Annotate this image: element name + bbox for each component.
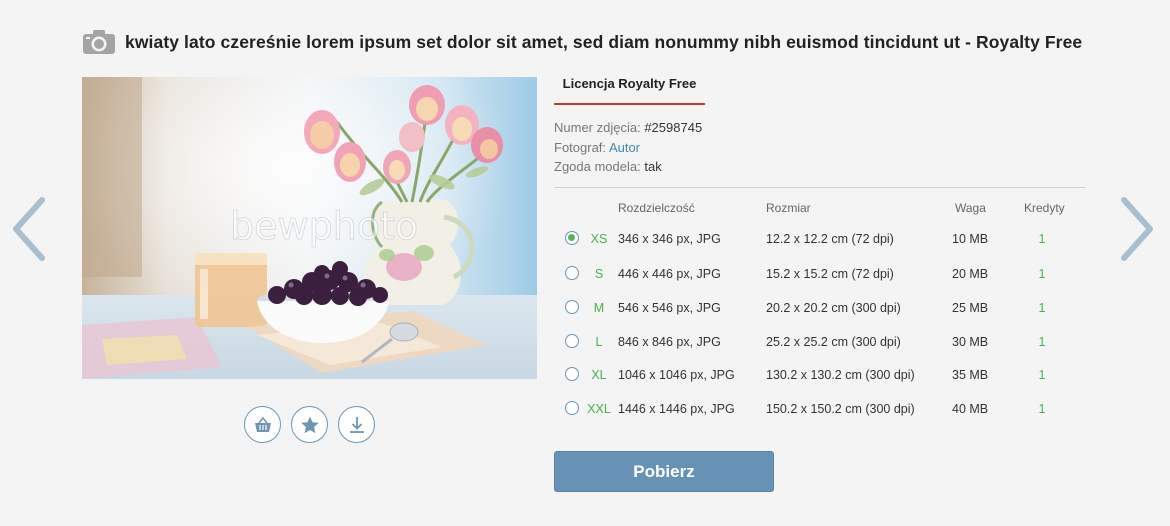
stock-photo[interactable]: bewphoto bbox=[82, 77, 537, 379]
model-release-line: Zgoda modela: tak bbox=[554, 157, 702, 177]
camera-icon bbox=[82, 29, 116, 55]
size-radio[interactable] bbox=[565, 300, 579, 314]
resolution-value: 846 x 846 px, JPG bbox=[618, 335, 721, 349]
photographer-label: Fotograf: bbox=[554, 139, 607, 155]
size-option-row[interactable]: L 846 x 846 px, JPG 25.2 x 25.2 cm (300 dp… bbox=[554, 332, 1086, 354]
column-header-size: Rozmiar bbox=[766, 201, 811, 215]
weight-value: 10 MB bbox=[952, 232, 989, 246]
model-release-value: tak bbox=[644, 159, 662, 174]
photo-meta: Numer zdjęcia: #2598745 Fotograf: Autor … bbox=[554, 118, 702, 177]
weight-value: 25 MB bbox=[952, 301, 989, 315]
basket-icon bbox=[254, 416, 271, 432]
weight-value: 20 MB bbox=[952, 267, 989, 281]
size-radio[interactable] bbox=[565, 401, 579, 415]
photo-detail-page: kwiaty lato czereśnie lorem ipsum set do… bbox=[0, 0, 1170, 526]
star-icon bbox=[300, 416, 319, 433]
size-option-row[interactable]: XL 1046 x 1046 px, JPG 130.2 x 130.2 cm (3… bbox=[554, 365, 1086, 387]
size-option-row[interactable]: XS 346 x 346 px, JPG 12.2 x 12.2 cm (72 dp… bbox=[554, 229, 1086, 251]
favorite-button[interactable] bbox=[291, 406, 328, 443]
size-radio[interactable] bbox=[565, 367, 579, 381]
size-option-row[interactable]: XXL 1446 x 1446 px, JPG 150.2 x 150.2 cm (… bbox=[554, 399, 1086, 421]
dimensions-value: 12.2 x 12.2 cm (72 dpi) bbox=[766, 232, 894, 246]
size-option-row[interactable]: S 446 x 446 px, JPG 15.2 x 15.2 cm (72 dpi… bbox=[554, 264, 1086, 286]
photo-watermark: bewphoto bbox=[230, 204, 418, 248]
resolution-value: 546 x 546 px, JPG bbox=[618, 301, 721, 315]
dimensions-value: 25.2 x 25.2 cm (300 dpi) bbox=[766, 335, 901, 349]
credits-value: 1 bbox=[1038, 335, 1046, 349]
credits-value: 1 bbox=[1038, 368, 1046, 382]
resolution-value: 346 x 346 px, JPG bbox=[618, 232, 721, 246]
add-to-basket-button[interactable] bbox=[244, 406, 281, 443]
resolution-value: 1446 x 1446 px, JPG bbox=[618, 402, 735, 416]
next-arrow-icon[interactable] bbox=[1118, 194, 1158, 264]
divider bbox=[554, 187, 1086, 188]
weight-value: 35 MB bbox=[952, 368, 989, 382]
weight-value: 30 MB bbox=[952, 335, 989, 349]
photo-number-line: Numer zdjęcia: #2598745 bbox=[554, 118, 702, 138]
size-radio[interactable] bbox=[565, 231, 579, 245]
credits-value: 1 bbox=[1038, 267, 1046, 281]
dimensions-value: 20.2 x 20.2 cm (300 dpi) bbox=[766, 301, 901, 315]
dimensions-value: 130.2 x 130.2 cm (300 dpi) bbox=[766, 368, 915, 382]
resolution-value: 446 x 446 px, JPG bbox=[618, 267, 721, 281]
photographer-line: Fotograf: Autor bbox=[554, 138, 702, 158]
download-button[interactable]: Pobierz bbox=[554, 451, 774, 492]
size-radio[interactable] bbox=[565, 266, 579, 280]
weight-value: 40 MB bbox=[952, 402, 989, 416]
photo-actions bbox=[244, 406, 375, 443]
photo-number-value: #2598745 bbox=[644, 120, 703, 135]
previous-arrow-icon[interactable] bbox=[8, 194, 48, 264]
size-code: XS bbox=[590, 232, 608, 246]
credits-value: 1 bbox=[1038, 232, 1046, 246]
credits-value: 1 bbox=[1038, 301, 1046, 315]
column-header-resolution: Rozdzielczość bbox=[618, 201, 695, 215]
size-radio[interactable] bbox=[565, 334, 579, 348]
dimensions-value: 15.2 x 15.2 cm (72 dpi) bbox=[766, 267, 894, 281]
license-panel: Licencja Royalty Free Numer zdjęcia: #25… bbox=[554, 0, 1086, 526]
column-header-credits: Kredyty bbox=[1024, 201, 1065, 215]
size-code: XL bbox=[591, 368, 607, 382]
photo-number-label: Numer zdjęcia: bbox=[554, 120, 641, 135]
credits-value: 1 bbox=[1038, 402, 1046, 416]
size-code: XXL bbox=[587, 402, 611, 416]
size-option-row[interactable]: M 546 x 546 px, JPG 20.2 x 20.2 cm (300 dp… bbox=[554, 298, 1086, 320]
size-code: L bbox=[595, 335, 603, 349]
photographer-link[interactable]: Autor bbox=[609, 140, 640, 155]
column-header-weight: Waga bbox=[955, 201, 986, 215]
size-code: S bbox=[594, 267, 604, 281]
download-icon bbox=[349, 416, 364, 433]
size-code: M bbox=[593, 301, 605, 315]
resolution-value: 1046 x 1046 px, JPG bbox=[618, 368, 735, 382]
tab-royalty-free-license[interactable]: Licencja Royalty Free bbox=[554, 72, 705, 105]
download-preview-button[interactable] bbox=[338, 406, 375, 443]
dimensions-value: 150.2 x 150.2 cm (300 dpi) bbox=[766, 402, 915, 416]
model-release-label: Zgoda modela: bbox=[554, 159, 641, 174]
